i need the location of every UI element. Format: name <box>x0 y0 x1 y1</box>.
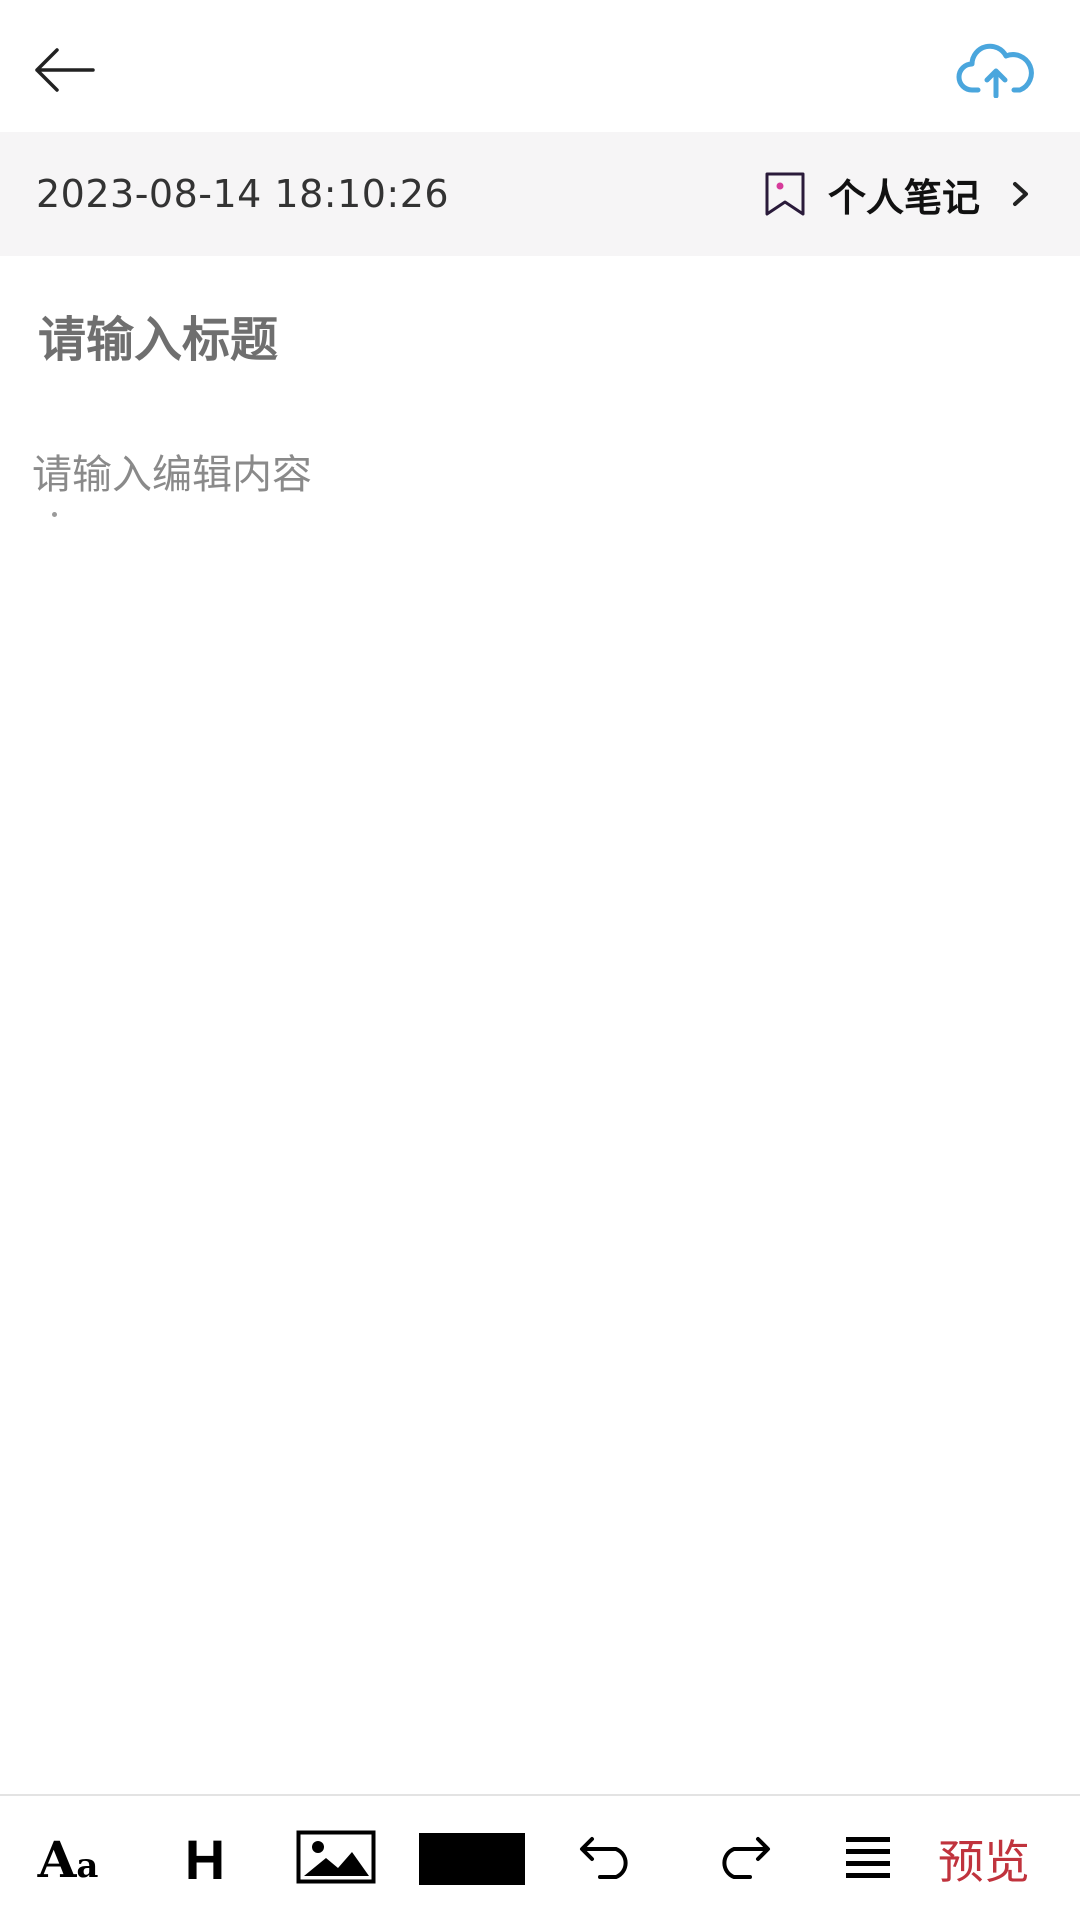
text-color-button[interactable] <box>418 1796 526 1920</box>
text-caret <box>52 512 57 517</box>
insert-image-button[interactable] <box>294 1796 378 1920</box>
content-input[interactable]: 请输入编辑内容 <box>32 442 312 500</box>
font-size-label: Aa <box>37 1829 99 1889</box>
image-icon <box>296 1830 376 1888</box>
heading-label: H <box>184 1827 226 1891</box>
preview-label: 预览 <box>938 1835 1030 1889</box>
font-size-button[interactable]: Aa <box>30 1796 106 1920</box>
note-datetime: 2023-08-14 18:10:26 <box>36 172 450 216</box>
align-justify-icon <box>846 1836 890 1882</box>
redo-icon <box>714 1835 772 1883</box>
note-meta-bar: 2023-08-14 18:10:26 个人笔记 <box>0 132 1080 256</box>
category-selector[interactable]: 个人笔记 <box>764 132 1036 256</box>
top-bar <box>0 0 1080 132</box>
redo-button[interactable] <box>710 1796 776 1920</box>
cloud-upload-icon <box>956 42 1036 102</box>
note-editor-screen: 2023-08-14 18:10:26 个人笔记 请输入标题 请输入编辑内容 A… <box>0 0 1080 1920</box>
format-toolbar: Aa H 预览 <box>0 1794 1080 1920</box>
preview-button[interactable]: 预览 <box>926 1796 1042 1920</box>
back-button[interactable] <box>28 40 100 104</box>
category-label: 个人笔记 <box>827 175 980 220</box>
bookmark-icon <box>764 170 808 218</box>
heading-button[interactable]: H <box>170 1796 240 1920</box>
chevron-right-icon <box>1010 179 1036 209</box>
arrow-left-icon <box>33 47 95 97</box>
color-swatch <box>419 1833 525 1885</box>
upload-button[interactable] <box>948 36 1044 108</box>
undo-button[interactable] <box>574 1796 640 1920</box>
title-input[interactable]: 请输入标题 <box>38 300 278 370</box>
align-button[interactable] <box>842 1796 894 1920</box>
undo-icon <box>578 1835 636 1883</box>
